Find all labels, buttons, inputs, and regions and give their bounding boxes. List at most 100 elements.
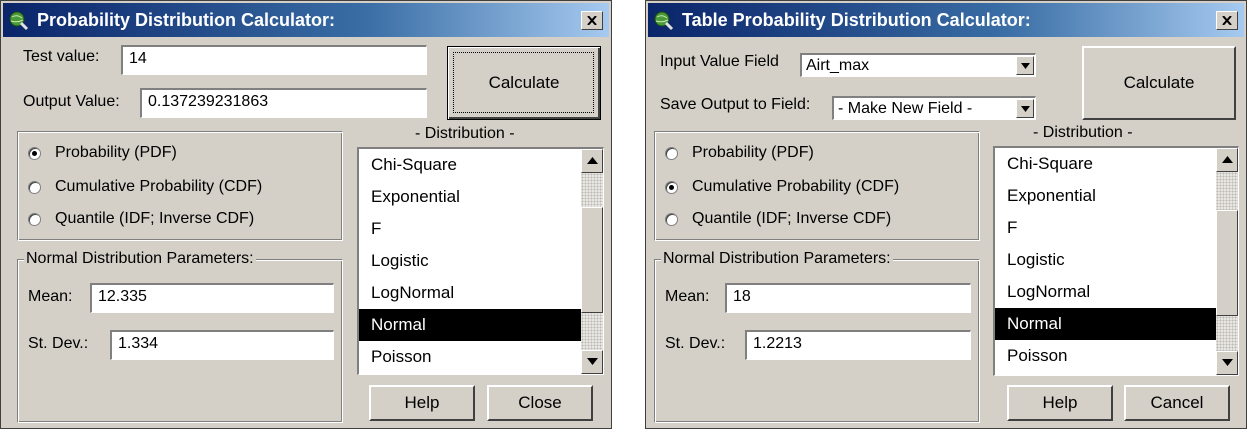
radio-cdf-label: Cumulative Probability (CDF) [55,178,263,195]
focus-rectangle [453,52,594,113]
radio-selected-dot [669,184,674,190]
list-item[interactable]: Chi-Square [995,148,1216,180]
mean-label: Mean: [28,288,73,305]
output-value-field: 0.137239231863 [140,88,427,118]
vertical-scrollbar[interactable] [1216,148,1238,375]
mode-group: Probability (PDF) Cumulative Probability… [17,131,343,241]
calculate-button-label: Calculate [1123,73,1195,92]
stdev-label: St. Dev.: [28,335,89,352]
scroll-down-arrow-icon [1222,359,1233,366]
radio-idf[interactable]: Quantile (IDF; Inverse CDF) [665,208,891,230]
title-bar: Probability Distribution Calculator: [3,3,609,37]
input-field-combo[interactable]: Airt_max [800,53,1036,77]
title-bar: Table Probability Distribution Calculato… [648,3,1244,37]
scroll-thumb[interactable] [1216,210,1238,316]
distribution-label: - Distribution - [1033,124,1133,141]
parameters-group-title: Normal Distribution Parameters: [661,250,893,268]
parameters-group: Normal Distribution Parameters: Mean: 12… [17,250,343,423]
chevron-down-icon [1021,106,1030,112]
output-value-label: Output Value: [23,93,120,110]
dialog-title: Probability Distribution Calculator: [37,10,336,30]
radio-cdf[interactable]: Cumulative Probability (CDF) [665,176,899,198]
save-output-label: Save Output to Field: [660,96,811,113]
radio-cdf-label: Cumulative Probability (CDF) [692,178,900,195]
list-item[interactable]: Exponential [359,181,581,213]
close-window-button[interactable] [581,11,603,30]
stdev-input[interactable]: 1.334 [110,330,334,360]
list-item[interactable]: LogNormal [359,277,581,309]
radio-pdf-circle [28,146,41,160]
cancel-button-label: Cancel [1150,393,1204,412]
distribution-items: Chi-Square Exponential F Logistic LogNor… [995,148,1216,372]
list-item[interactable]: Exponential [995,180,1216,212]
scroll-up-button[interactable] [581,149,603,173]
cancel-button[interactable]: Cancel [1124,385,1230,421]
radio-pdf[interactable]: Probability (PDF) [665,142,814,164]
scroll-up-arrow-icon [1222,156,1233,163]
mean-label: Mean: [665,288,710,305]
radio-idf-circle [665,212,678,226]
parameters-group: Normal Distribution Parameters: Mean: 18… [654,250,980,423]
scroll-up-arrow-icon [587,157,598,164]
help-button[interactable]: Help [1007,385,1113,421]
close-icon [1222,16,1232,25]
help-button-label: Help [1042,393,1078,412]
list-item[interactable]: Logistic [359,245,581,277]
list-item-selected[interactable]: Normal [995,308,1216,340]
test-value-input[interactable]: 14 [121,45,427,75]
radio-cdf-circle [665,180,678,194]
close-icon [587,16,597,25]
scroll-down-button[interactable] [1216,351,1238,375]
dialog-title: Table Probability Distribution Calculato… [682,10,1031,30]
dropdown-button[interactable] [1016,99,1034,118]
probability-calculator-dialog: Probability Distribution Calculator: Tes… [0,0,612,429]
parameters-group-title: Normal Distribution Parameters: [24,250,256,268]
stdev-label: St. Dev.: [665,335,726,352]
list-item[interactable]: Logistic [995,244,1216,276]
radio-cdf[interactable]: Cumulative Probability (CDF) [28,176,262,198]
close-window-button[interactable] [1216,11,1238,30]
calculate-button[interactable]: Calculate [447,46,601,120]
radio-pdf[interactable]: Probability (PDF) [28,142,177,164]
list-item[interactable]: Poisson [359,341,581,373]
close-button-label: Close [518,393,562,412]
save-output-value: - Make New Field - [838,100,973,117]
input-field-label: Input Value Field [660,53,779,70]
radio-pdf-circle [665,146,678,160]
scroll-up-button[interactable] [1216,148,1238,172]
mean-input[interactable]: 18 [725,283,971,313]
close-button[interactable]: Close [487,385,593,421]
radio-idf[interactable]: Quantile (IDF; Inverse CDF) [28,208,254,230]
distribution-items: Chi-Square Exponential F Logistic LogNor… [359,149,581,373]
radio-pdf-label: Probability (PDF) [692,144,814,161]
list-item[interactable]: F [359,213,581,245]
scroll-down-arrow-icon [587,358,598,365]
scroll-thumb[interactable] [581,207,603,313]
help-button[interactable]: Help [369,385,475,421]
list-item[interactable]: LogNormal [995,276,1216,308]
stdev-input[interactable]: 1.2213 [745,330,971,360]
save-output-combo[interactable]: - Make New Field - [832,96,1036,120]
distribution-label: - Distribution - [415,125,515,142]
radio-idf-circle [28,212,41,226]
mode-group: Probability (PDF) Cumulative Probability… [654,131,980,241]
list-item-selected[interactable]: Normal [359,309,581,341]
input-field-value: Airt_max [806,57,870,74]
dropdown-button[interactable] [1016,56,1034,75]
radio-cdf-circle [28,180,41,194]
help-button-label: Help [404,393,440,412]
table-probability-calculator-dialog: Table Probability Distribution Calculato… [645,0,1247,429]
list-item[interactable]: F [995,212,1216,244]
test-value-label: Test value: [23,48,100,65]
radio-idf-label: Quantile (IDF; Inverse CDF) [692,210,892,227]
distribution-listbox[interactable]: Chi-Square Exponential F Logistic LogNor… [993,146,1239,376]
radio-selected-dot [32,150,37,156]
vertical-scrollbar[interactable] [581,149,603,374]
radio-pdf-label: Probability (PDF) [55,144,177,161]
list-item[interactable]: Chi-Square [359,149,581,181]
mean-input[interactable]: 12.335 [90,283,334,313]
calculate-button[interactable]: Calculate [1082,46,1236,120]
list-item[interactable]: Poisson [995,340,1216,372]
distribution-listbox[interactable]: Chi-Square Exponential F Logistic LogNor… [357,147,604,375]
scroll-down-button[interactable] [581,350,603,374]
